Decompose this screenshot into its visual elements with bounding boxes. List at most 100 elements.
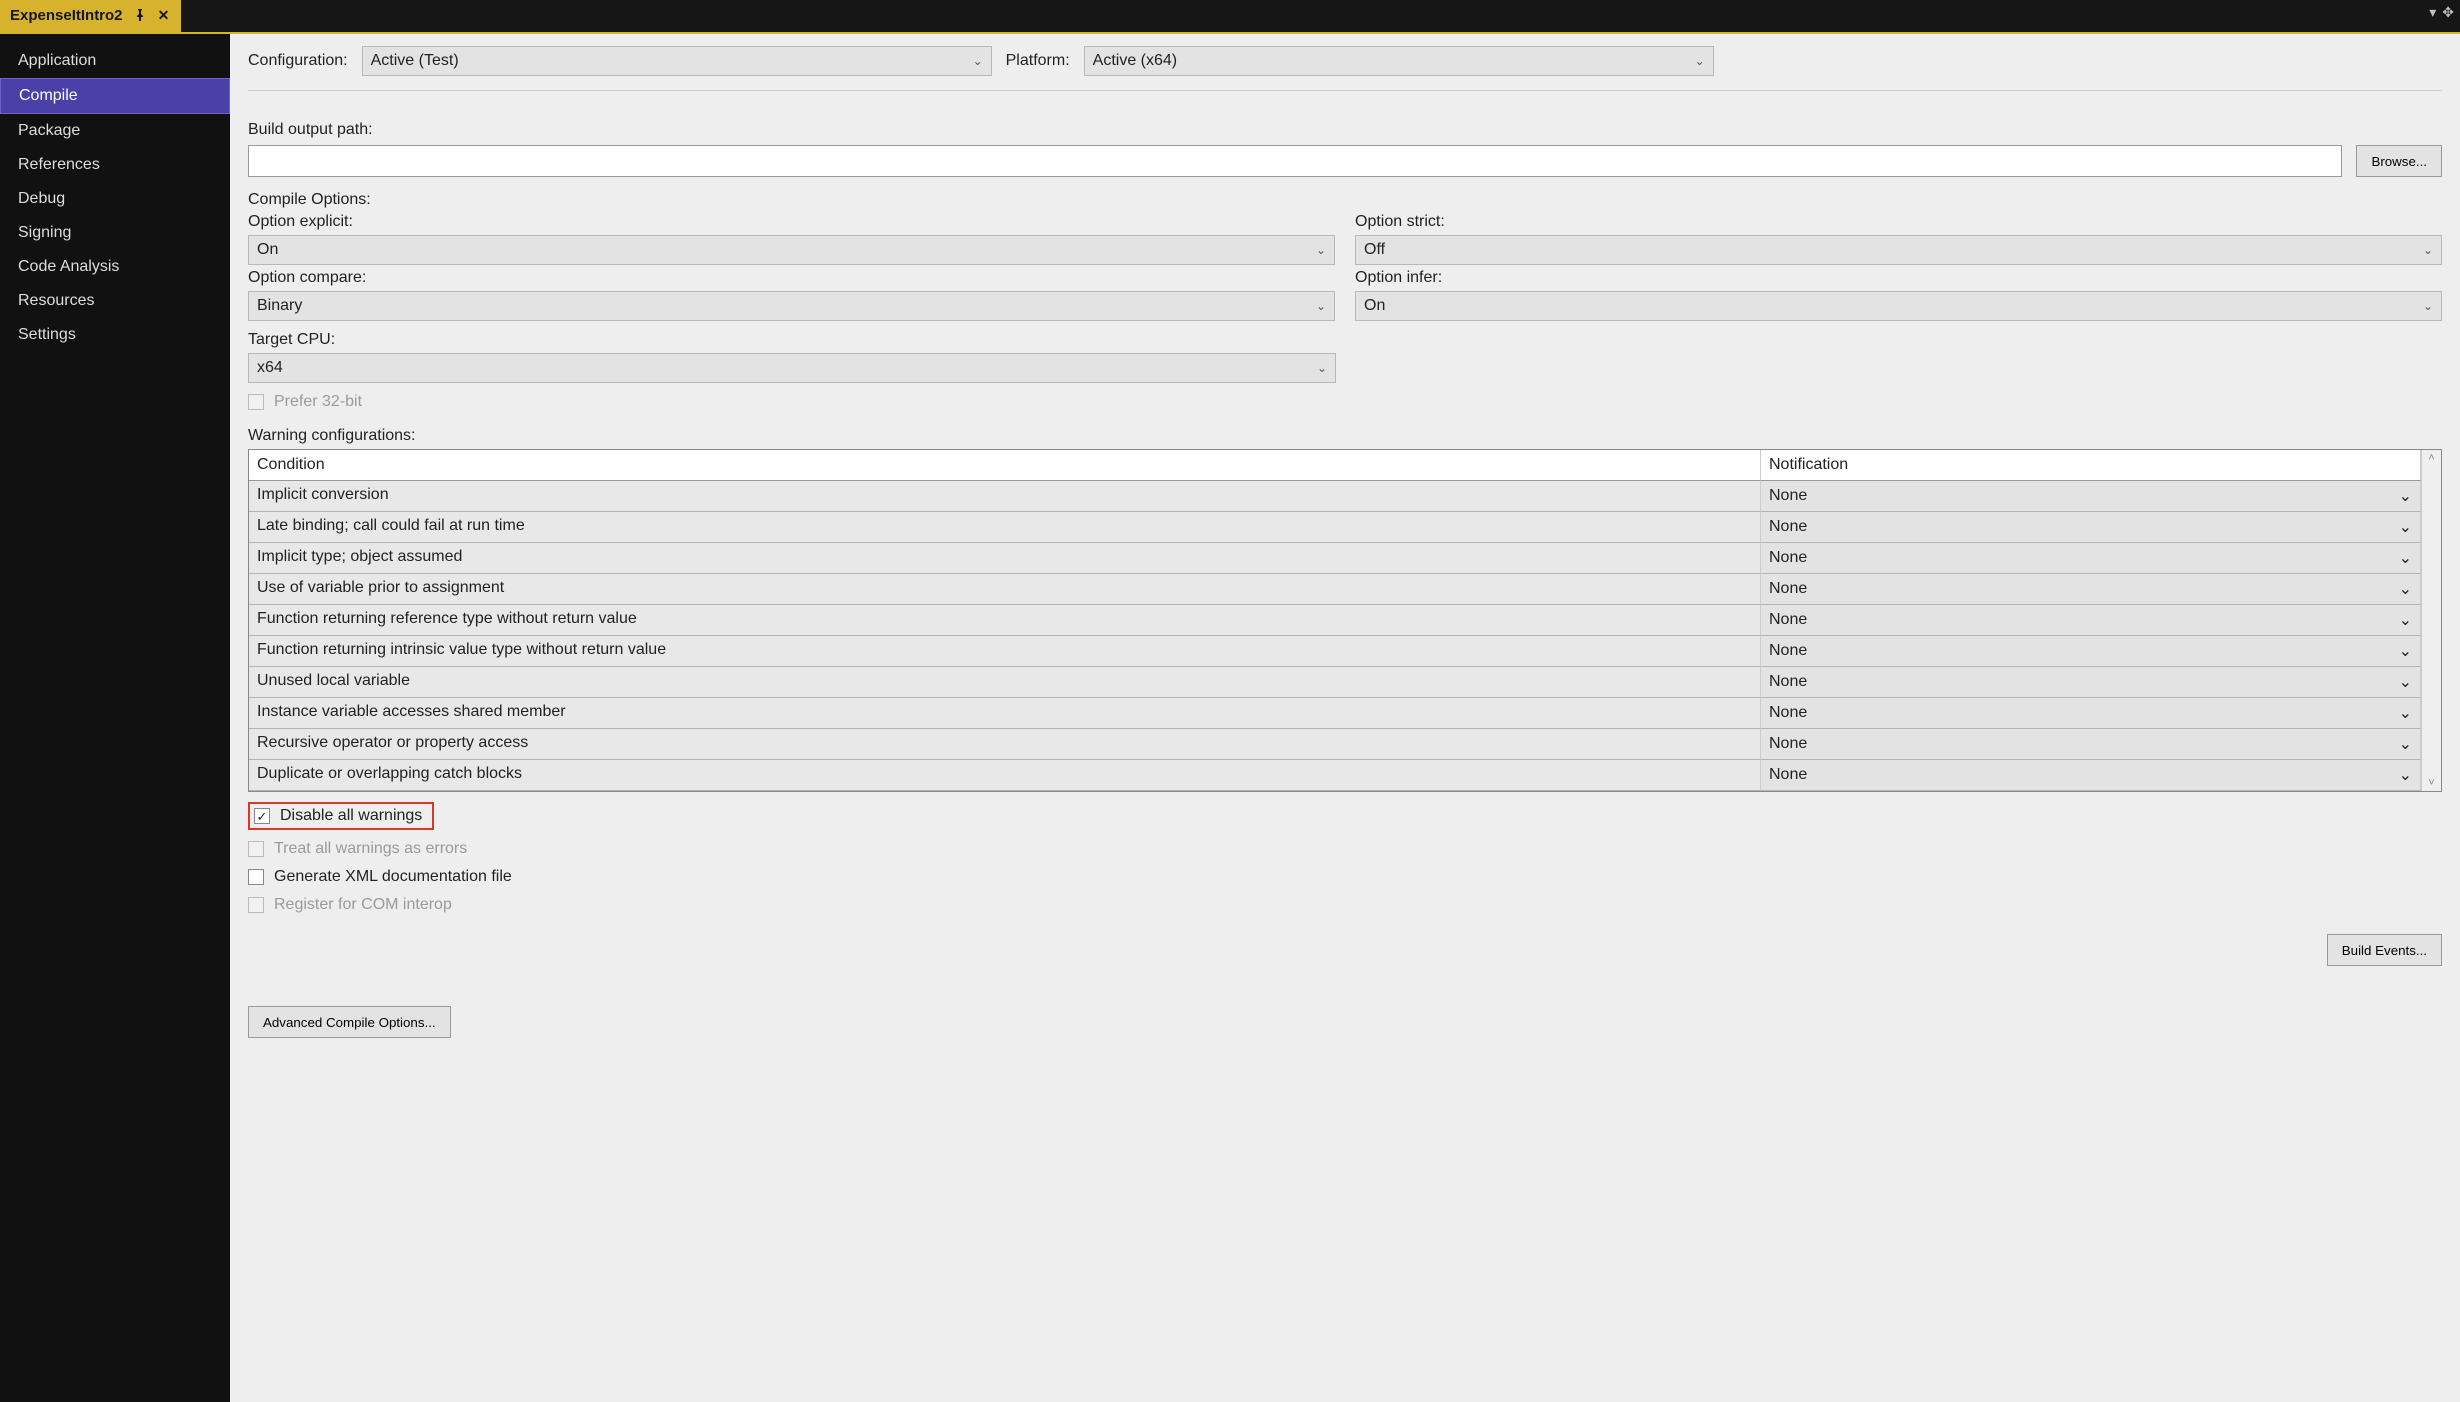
warning-condition-cell: Use of variable prior to assignment — [249, 574, 1761, 605]
col-notification: Notification — [1761, 450, 2421, 481]
project-properties-sidebar: Application Compile Package References D… — [0, 34, 230, 1402]
sidebar-item-code-analysis[interactable]: Code Analysis — [0, 250, 230, 284]
option-infer-dropdown[interactable]: On⌄ — [1355, 291, 2442, 321]
sidebar-item-compile[interactable]: Compile — [0, 78, 230, 114]
prefer-32bit-checkbox — [248, 394, 264, 410]
warning-condition-cell: Instance variable accesses shared member — [249, 698, 1761, 729]
warning-condition-cell: Function returning reference type withou… — [249, 605, 1761, 636]
sidebar-item-label: Debug — [18, 190, 65, 207]
chevron-down-icon: ⌄ — [2423, 299, 2433, 313]
table-row: Implicit type; object assumedNone⌄ — [249, 543, 2421, 574]
generate-xml-doc-checkbox[interactable] — [248, 869, 264, 885]
disable-all-warnings-checkbox[interactable] — [254, 808, 270, 824]
compile-panel: Configuration: Active (Test) ⌄ Platform:… — [230, 34, 2460, 1402]
platform-label: Platform: — [1006, 52, 1070, 70]
configuration-value: Active (Test) — [371, 52, 459, 70]
build-events-button[interactable]: Build Events... — [2327, 934, 2442, 966]
platform-dropdown[interactable]: Active (x64) ⌄ — [1084, 46, 1714, 76]
sidebar-item-label: Settings — [18, 326, 76, 343]
table-row: Unused local variableNone⌄ — [249, 667, 2421, 698]
chevron-down-icon: ⌄ — [2399, 486, 2412, 506]
warning-notification-dropdown[interactable]: None⌄ — [1761, 760, 2421, 791]
pin-icon[interactable] — [133, 8, 147, 22]
warning-condition-cell: Implicit conversion — [249, 481, 1761, 512]
chevron-down-icon: ⌄ — [2399, 517, 2412, 537]
browse-button[interactable]: Browse... — [2356, 145, 2442, 177]
table-scrollbar[interactable]: ˄ ˅ — [2421, 450, 2441, 791]
option-explicit-label: Option explicit: — [248, 213, 1335, 231]
sidebar-item-label: Resources — [18, 292, 94, 309]
tab-title: ExpenseItIntro2 — [10, 7, 123, 24]
warning-notification-dropdown[interactable]: None⌄ — [1761, 481, 2421, 512]
warning-notification-dropdown[interactable]: None⌄ — [1761, 605, 2421, 636]
chevron-down-icon: ⌄ — [2399, 703, 2412, 723]
register-com-interop-label: Register for COM interop — [274, 896, 452, 914]
warning-condition-cell: Unused local variable — [249, 667, 1761, 698]
table-row: Function returning intrinsic value type … — [249, 636, 2421, 667]
warning-notification-dropdown[interactable]: None⌄ — [1761, 574, 2421, 605]
warning-notification-dropdown[interactable]: None⌄ — [1761, 667, 2421, 698]
chevron-down-icon: ⌄ — [2399, 765, 2412, 785]
warning-condition-cell: Implicit type; object assumed — [249, 543, 1761, 574]
sidebar-item-application[interactable]: Application — [0, 44, 230, 78]
sidebar-item-label: Application — [18, 52, 96, 69]
configuration-dropdown[interactable]: Active (Test) ⌄ — [362, 46, 992, 76]
table-row: Use of variable prior to assignmentNone⌄ — [249, 574, 2421, 605]
warning-configurations-table: Condition Notification Implicit conversi… — [248, 449, 2442, 792]
build-output-path-label: Build output path: — [248, 121, 2442, 139]
document-tab-bar: ExpenseItIntro2 ✕ ▾ ✥ — [0, 0, 2460, 34]
chevron-down-icon: ⌄ — [2399, 548, 2412, 568]
sidebar-item-signing[interactable]: Signing — [0, 216, 230, 250]
build-output-path-input[interactable] — [248, 145, 2342, 177]
warning-condition-cell: Function returning intrinsic value type … — [249, 636, 1761, 667]
target-cpu-dropdown[interactable]: x64⌄ — [248, 353, 1336, 383]
scroll-down-icon[interactable]: ˅ — [2428, 777, 2434, 789]
register-com-interop-checkbox — [248, 897, 264, 913]
chevron-down-icon: ⌄ — [2399, 672, 2412, 692]
chevron-down-icon: ⌄ — [973, 54, 983, 68]
chevron-down-icon: ⌄ — [2399, 734, 2412, 754]
table-row: Late binding; call could fail at run tim… — [249, 512, 2421, 543]
chevron-down-icon: ⌄ — [2423, 243, 2433, 257]
warning-notification-dropdown[interactable]: None⌄ — [1761, 636, 2421, 667]
table-row: Instance variable accesses shared member… — [249, 698, 2421, 729]
advanced-compile-options-button[interactable]: Advanced Compile Options... — [248, 1006, 451, 1038]
disable-all-warnings-highlight: Disable all warnings — [248, 802, 434, 830]
warning-notification-dropdown[interactable]: None⌄ — [1761, 543, 2421, 574]
table-row: Recursive operator or property accessNon… — [249, 729, 2421, 760]
sidebar-item-settings[interactable]: Settings — [0, 318, 230, 352]
target-cpu-label: Target CPU: — [248, 331, 2442, 349]
sidebar-item-package[interactable]: Package — [0, 114, 230, 148]
sidebar-item-debug[interactable]: Debug — [0, 182, 230, 216]
warning-condition-cell: Late binding; call could fail at run tim… — [249, 512, 1761, 543]
tab-expenseitintro2[interactable]: ExpenseItIntro2 ✕ — [0, 0, 181, 32]
sidebar-item-label: Package — [18, 122, 80, 139]
option-explicit-dropdown[interactable]: On⌄ — [248, 235, 1335, 265]
option-compare-dropdown[interactable]: Binary⌄ — [248, 291, 1335, 321]
chevron-down-icon: ⌄ — [1316, 243, 1326, 257]
sidebar-item-label: Code Analysis — [18, 258, 119, 275]
window-position-icon[interactable]: ✥ — [2442, 4, 2454, 21]
sidebar-item-label: Compile — [19, 87, 78, 104]
treat-warnings-as-errors-checkbox — [248, 841, 264, 857]
table-header: Condition Notification — [249, 450, 2421, 481]
scroll-up-icon[interactable]: ˄ — [2428, 452, 2434, 464]
warning-condition-cell: Recursive operator or property access — [249, 729, 1761, 760]
sidebar-item-references[interactable]: References — [0, 148, 230, 182]
close-icon[interactable]: ✕ — [157, 8, 171, 22]
chevron-down-icon: ⌄ — [1316, 299, 1326, 313]
warning-configurations-header: Warning configurations: — [248, 427, 2442, 445]
overflow-chevron-icon[interactable]: ▾ — [2429, 4, 2436, 21]
sidebar-item-resources[interactable]: Resources — [0, 284, 230, 318]
chevron-down-icon: ⌄ — [1317, 361, 1327, 375]
platform-value: Active (x64) — [1093, 52, 1177, 70]
warning-notification-dropdown[interactable]: None⌄ — [1761, 729, 2421, 760]
warning-notification-dropdown[interactable]: None⌄ — [1761, 698, 2421, 729]
option-compare-label: Option compare: — [248, 269, 1335, 287]
chevron-down-icon: ⌄ — [2399, 610, 2412, 630]
warning-notification-dropdown[interactable]: None⌄ — [1761, 512, 2421, 543]
chevron-down-icon: ⌄ — [2399, 641, 2412, 661]
option-strict-dropdown[interactable]: Off⌄ — [1355, 235, 2442, 265]
table-row: Implicit conversionNone⌄ — [249, 481, 2421, 512]
warning-condition-cell: Duplicate or overlapping catch blocks — [249, 760, 1761, 791]
